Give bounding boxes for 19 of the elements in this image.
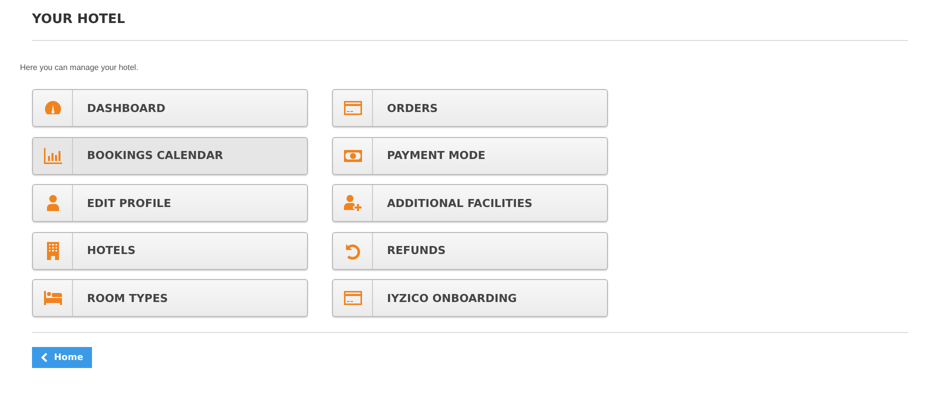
menu-tile[interactable]: ORDERS — [332, 89, 608, 127]
chevron-left-icon — [41, 353, 48, 362]
menu-tile[interactable]: REFUNDS — [332, 232, 608, 270]
credit-card-icon — [342, 99, 362, 117]
intro-text: Here you can manage your hotel. — [20, 63, 140, 72]
menu-tile[interactable]: HOTELS — [32, 232, 308, 270]
menu-tile[interactable]: PAYMENT MODE — [332, 136, 608, 174]
credit-card-icon — [342, 289, 362, 307]
user-plus-icon — [342, 194, 362, 212]
menu-tile[interactable]: BOOKINGS CALENDAR — [32, 136, 308, 174]
menu-tile[interactable]: IYZICO ONBOARDING — [332, 279, 608, 317]
menu-tile[interactable]: ADDITIONAL FACILITIES — [332, 184, 608, 222]
menu-tile[interactable]: EDIT PROFILE — [32, 184, 308, 222]
menu-tile[interactable]: DASHBOARD — [32, 89, 308, 127]
bar-chart-icon — [42, 146, 62, 164]
gauge-icon — [42, 99, 62, 117]
bed-icon — [42, 289, 62, 307]
menu-tile[interactable]: ROOM TYPES — [32, 279, 308, 317]
page-title: YOUR HOTEL — [32, 11, 126, 29]
